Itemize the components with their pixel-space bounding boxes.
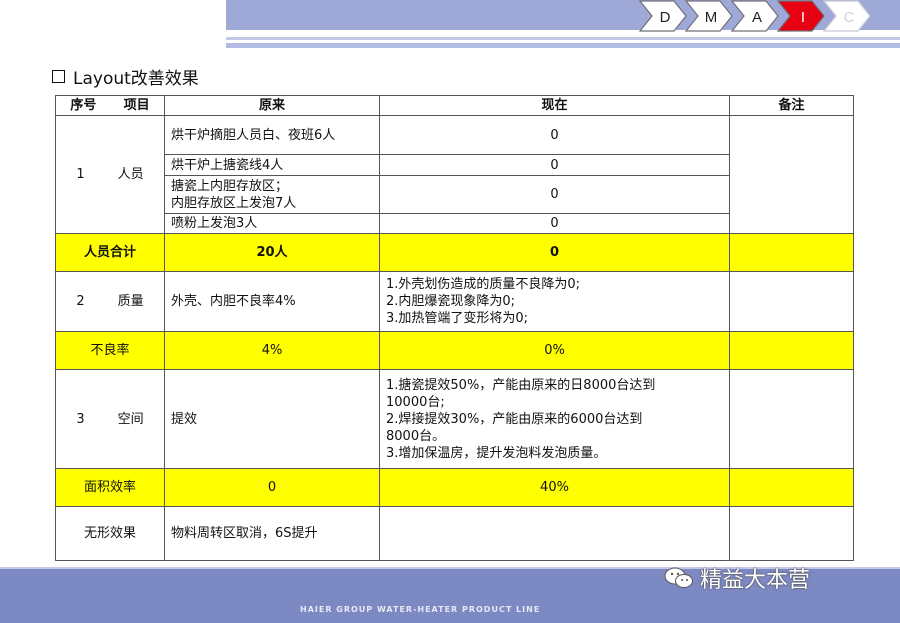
people-seq: 1	[76, 167, 85, 182]
step-label-d: D	[660, 9, 671, 26]
quality-seq-item: 2 质量	[55, 271, 165, 332]
people-before-4: 喷粉上发泡3人	[164, 213, 380, 234]
people-before-1: 烘干炉摘胆人员白、夜班6人	[164, 115, 380, 155]
space-seq-item: 3 空间	[55, 369, 165, 469]
quality-now-line-1: 1.外壳划伤造成的质量不良降为0;	[386, 277, 581, 292]
people-before-3: 搪瓷上内胆存放区； 内胆存放区上发泡7人	[164, 175, 380, 214]
watermark-text: 精益大本营	[700, 568, 811, 593]
intangible-note	[729, 506, 854, 561]
space-seq: 3	[76, 411, 85, 427]
area-efficiency-label: 面积效率	[55, 468, 165, 507]
header-divider-2	[226, 43, 900, 48]
people-seq-item: 1 人员	[55, 115, 165, 234]
header-now: 现在	[379, 95, 730, 116]
people-before-2: 烘干炉上搪瓷线4人	[164, 154, 380, 176]
space-note	[729, 369, 854, 469]
quality-note	[729, 271, 854, 332]
space-now: 1.搪瓷提效50%，产能由原来的日8000台达到 10000台; 2.焊接提效3…	[379, 369, 730, 469]
header-note: 备注	[729, 95, 854, 116]
defect-rate-before: 4%	[164, 331, 380, 370]
watermark: 精益大本营	[664, 562, 810, 594]
people-total-before: 20人	[164, 233, 380, 272]
space-now-line-1: 1.搪瓷提效50%，产能由原来的日8000台达到	[386, 377, 656, 393]
people-before-3-line-2: 内胆存放区上发泡7人	[171, 195, 297, 211]
table-row: 人员合计 20人 0	[55, 233, 854, 272]
header-before: 原来	[164, 95, 380, 116]
people-total-now: 0	[379, 233, 730, 272]
step-label-a: A	[752, 9, 762, 26]
defect-rate-label: 不良率	[55, 331, 165, 370]
quality-item: 质量	[117, 294, 144, 309]
table-row: 无形效果 物料周转区取消，6S提升	[55, 506, 854, 561]
table-row: 3 空间 提效 1.搪瓷提效50%，产能由原来的日8000台达到 10000台;…	[55, 369, 854, 469]
people-now-2: 0	[379, 154, 730, 176]
space-now-line-3: 2.焊接提效30%，产能由原来的6000台达到	[386, 411, 643, 427]
people-now-4: 0	[379, 213, 730, 234]
step-label-m: M	[705, 9, 718, 26]
step-label-i: I	[801, 9, 805, 26]
dmaic-steps: DMAIC	[638, 0, 871, 32]
checkbox-bullet-icon	[52, 70, 65, 83]
section-title: Layout改善效果	[52, 64, 199, 89]
table-row: 面积效率 0 40%	[55, 468, 854, 507]
space-now-line-5: 3.增加保温房，提升发泡料发泡质量。	[386, 445, 607, 461]
table-row: 1 人员 烘干炉摘胆人员白、夜班6人 0	[55, 115, 854, 234]
wechat-icon	[664, 567, 693, 588]
intangible-label: 无形效果	[55, 506, 165, 561]
quality-seq: 2	[76, 294, 85, 309]
people-item: 人员	[117, 167, 144, 182]
area-efficiency-before: 0	[164, 468, 380, 507]
people-now-3: 0	[379, 175, 730, 214]
layout-improvement-table: 序号 项目 原来 现在 备注 1 人员 烘干炉摘胆人员白、夜班6人 0 烘干炉上…	[55, 95, 854, 561]
quality-before: 外壳、内胆不良率4%	[164, 271, 380, 332]
intangible-now	[379, 506, 730, 561]
people-total-note	[729, 233, 854, 272]
header-seq: 序号	[70, 98, 97, 113]
quality-now-line-2: 2.内胆爆瓷现象降为0;	[386, 294, 516, 309]
people-total-label: 人员合计	[55, 233, 165, 272]
quality-now: 1.外壳划伤造成的质量不良降为0; 2.内胆爆瓷现象降为0; 3.加热管端了变形…	[379, 271, 730, 332]
quality-now-line-3: 3.加热管端了变形将为0;	[386, 311, 529, 326]
people-before-3-line-1: 搪瓷上内胆存放区；	[171, 178, 289, 194]
header-item: 项目	[123, 98, 150, 113]
defect-rate-now: 0%	[379, 331, 730, 370]
intangible-before: 物料周转区取消，6S提升	[164, 506, 380, 561]
area-efficiency-now: 40%	[379, 468, 730, 507]
header-seq-item: 序号 项目	[55, 95, 165, 116]
table-header-row: 序号 项目 原来 现在 备注	[55, 95, 854, 116]
people-now-1: 0	[379, 115, 730, 155]
defect-rate-note	[729, 331, 854, 370]
people-note	[729, 115, 854, 234]
area-efficiency-note	[729, 468, 854, 507]
space-item: 空间	[117, 411, 144, 427]
footer-text: HAIER GROUP WATER-HEATER PRODUCT LINE	[300, 605, 541, 614]
space-now-line-4: 8000台。	[386, 428, 446, 444]
table-row: 不良率 4% 0%	[55, 331, 854, 370]
section-title-text: Layout改善效果	[73, 69, 199, 89]
step-label-c: C	[844, 9, 855, 26]
space-now-line-2: 10000台;	[386, 394, 445, 410]
space-before: 提效	[164, 369, 380, 469]
table-row: 2 质量 外壳、内胆不良率4% 1.外壳划伤造成的质量不良降为0; 2.内胆爆瓷…	[55, 271, 854, 332]
